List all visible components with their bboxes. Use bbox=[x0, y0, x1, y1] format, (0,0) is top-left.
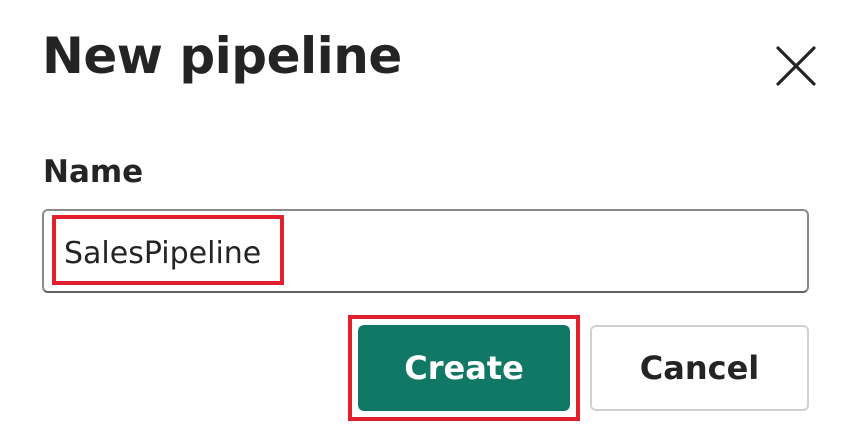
close-button[interactable] bbox=[766, 36, 826, 96]
name-field-label: Name bbox=[43, 154, 144, 190]
close-icon bbox=[766, 36, 826, 96]
name-input-value[interactable]: SalesPipeline bbox=[64, 230, 261, 278]
create-button[interactable]: Create bbox=[358, 325, 570, 411]
dialog-title: New pipeline bbox=[42, 27, 402, 85]
cancel-button[interactable]: Cancel bbox=[590, 325, 809, 411]
new-pipeline-dialog: New pipeline Name SalesPipeline Create C… bbox=[0, 0, 846, 429]
